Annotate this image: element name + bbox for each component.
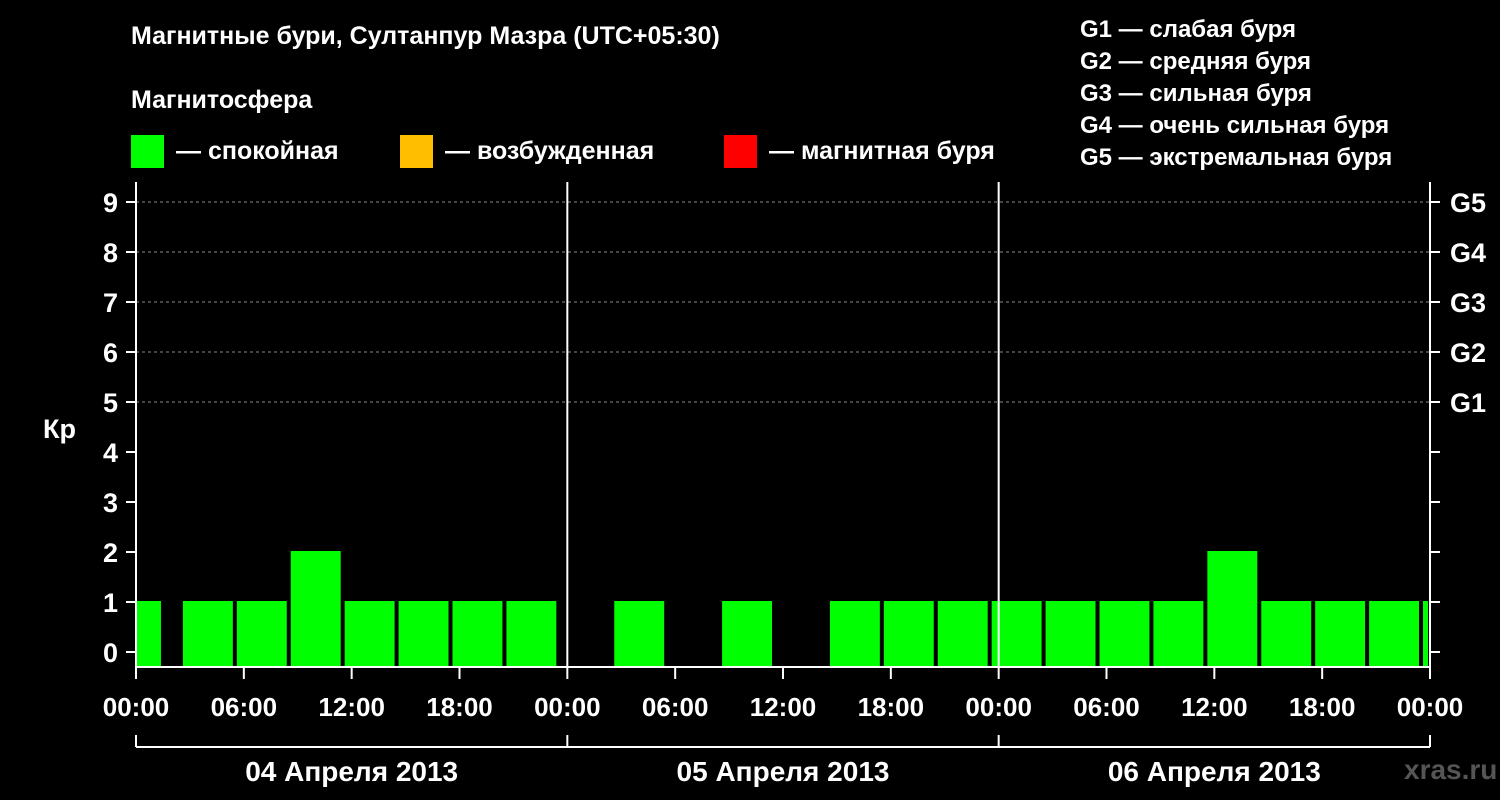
- kp-bar: [1153, 601, 1204, 667]
- g-level-label: G3: [1450, 288, 1486, 318]
- kp-bar: [1045, 601, 1096, 667]
- kp-bar: [398, 601, 449, 667]
- kp-bar: [344, 601, 395, 667]
- x-tick-label: 12:00: [1181, 692, 1248, 722]
- x-tick-label: 12:00: [750, 692, 817, 722]
- day-label: 04 Апреля 2013: [245, 756, 458, 787]
- kp-bar: [829, 601, 880, 667]
- kp-bar: [1315, 601, 1366, 667]
- kp-bar: [506, 601, 557, 667]
- g-level-label: G5: [1450, 188, 1486, 218]
- y-tick-label: 1: [103, 588, 118, 618]
- y-tick-label: 8: [103, 238, 118, 268]
- kp-bar: [290, 551, 341, 667]
- kp-bar: [1369, 601, 1420, 667]
- y-tick-label: 9: [103, 188, 118, 218]
- x-tick-label: 06:00: [1073, 692, 1140, 722]
- kp-bar: [136, 601, 161, 667]
- g-level-label: G2: [1450, 338, 1486, 368]
- x-tick-label: 00:00: [103, 692, 170, 722]
- kp-bar: [452, 601, 503, 667]
- y-tick-label: 5: [103, 388, 118, 418]
- day-label: 06 Апреля 2013: [1108, 756, 1321, 787]
- kp-bar: [614, 601, 665, 667]
- g-level-label: G1: [1450, 388, 1486, 418]
- kp-bar: [1261, 601, 1312, 667]
- x-tick-label: 06:00: [642, 692, 709, 722]
- kp-bar: [883, 601, 934, 667]
- x-tick-label: 12:00: [318, 692, 385, 722]
- y-tick-label: 6: [103, 338, 118, 368]
- kp-bar: [937, 601, 988, 667]
- kp-bar: [1099, 601, 1150, 667]
- x-tick-label: 18:00: [426, 692, 493, 722]
- kp-chart: 0 1 2 3 4 5 6 7 8 9 G1 G2 G3 G4 G5 00:00 06:00 12:00 18:00…: [103, 182, 1486, 787]
- day-label: 05 Апреля 2013: [677, 756, 890, 787]
- x-tick-label: 18:00: [858, 692, 925, 722]
- y-tick-label: 2: [103, 538, 118, 568]
- y-tick-label: 4: [103, 438, 118, 468]
- x-tick-label: 00:00: [1397, 692, 1464, 722]
- x-tick-label: 18:00: [1289, 692, 1356, 722]
- y-tick-label: 3: [103, 488, 118, 518]
- x-tick-label: 00:00: [534, 692, 601, 722]
- kp-bar: [236, 601, 287, 667]
- x-tick-label: 00:00: [965, 692, 1032, 722]
- watermark: xras.ru: [1404, 754, 1498, 785]
- y-tick-label: 0: [103, 638, 118, 668]
- g-level-label: G4: [1450, 238, 1486, 268]
- kp-bar: [1207, 551, 1258, 667]
- kp-bar: [1423, 601, 1428, 667]
- kp-bar: [182, 601, 233, 667]
- x-tick-label: 06:00: [211, 692, 278, 722]
- kp-bar: [722, 601, 773, 667]
- y-tick-label: 7: [103, 288, 118, 318]
